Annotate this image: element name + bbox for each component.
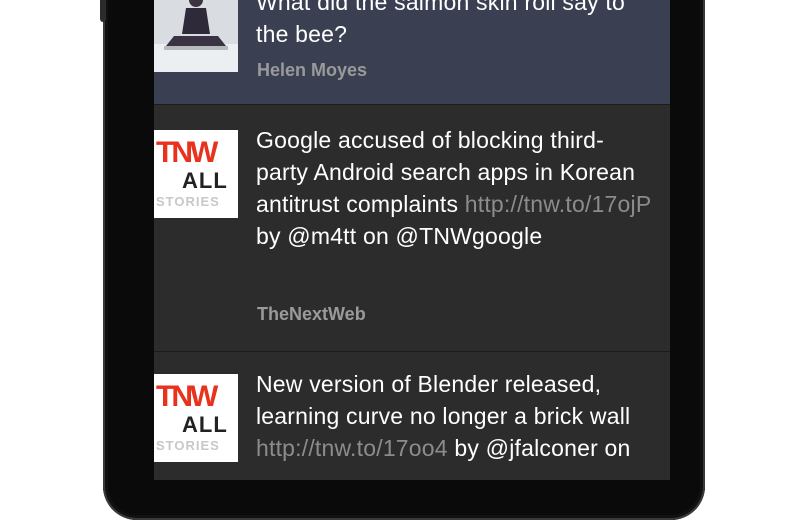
logo-text: STORIES — [156, 194, 220, 209]
mute-switch — [100, 0, 106, 22]
tnw-logo: TNW ALL STORIES — [154, 374, 238, 462]
tweet-link[interactable]: http://tnw.to/17ojP — [465, 191, 651, 217]
tweet-text: New version of Blender released, learnin… — [256, 371, 631, 461]
tweet-item[interactable]: What did the salmon skin roll say to the… — [154, 0, 670, 105]
person-photo-icon — [154, 0, 238, 72]
avatar[interactable] — [154, 0, 238, 72]
tweet-timeline[interactable]: What did the salmon skin roll say to the… — [154, 0, 670, 480]
tnw-logo: TNW ALL STORIES — [154, 130, 238, 218]
avatar[interactable]: TNW ALL STORIES — [154, 374, 238, 462]
tweet-item[interactable]: TNW ALL STORIES New version of Blender r… — [154, 352, 670, 480]
tweet-author[interactable]: TheNextWeb — [257, 304, 366, 325]
logo-text: ALL — [182, 412, 228, 437]
avatar[interactable]: TNW ALL STORIES — [154, 130, 238, 218]
tweet-author[interactable]: Helen Moyes — [257, 60, 367, 81]
logo-text: ALL — [182, 168, 228, 193]
logo-text: TNW — [156, 380, 218, 413]
tweet-link[interactable]: http://tnw.to/17oo4 — [256, 435, 448, 461]
logo-text: TNW — [156, 136, 218, 169]
tweet-text: Google accused of blocking third-party A… — [256, 127, 651, 249]
tweet-item[interactable]: TNW ALL STORIES Google accused of blocki… — [154, 104, 670, 352]
tweet-text: What did the salmon skin roll say to the… — [256, 0, 625, 47]
logo-text: STORIES — [156, 438, 220, 453]
